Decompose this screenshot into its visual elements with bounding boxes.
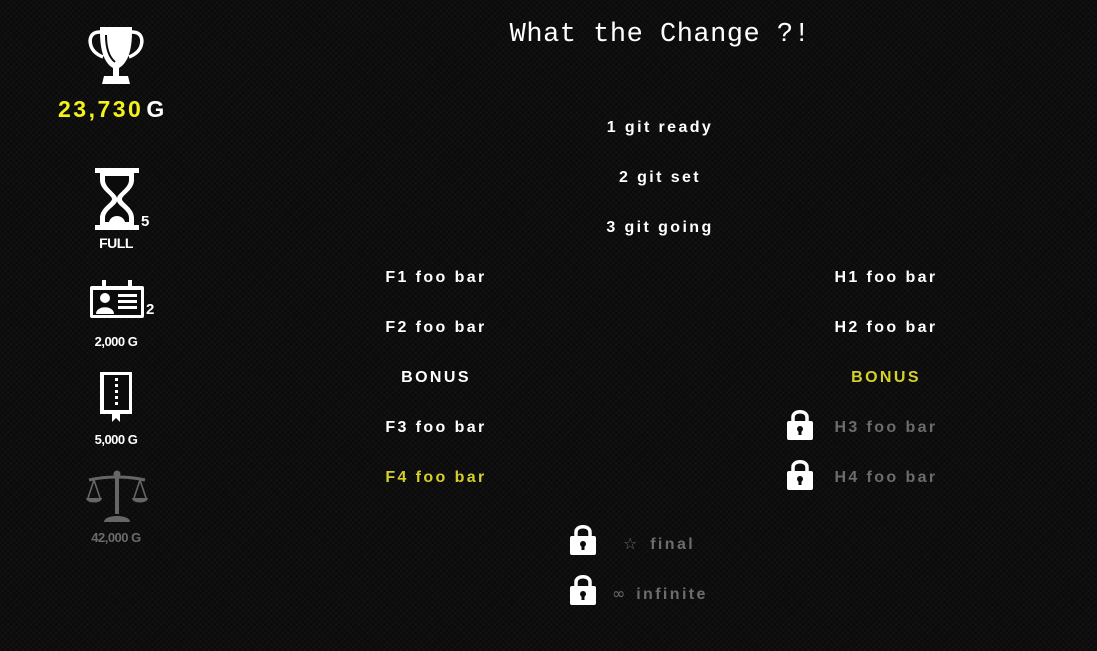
level-final: ☆ final <box>623 534 695 554</box>
id-card-price: 2,000 G <box>94 334 138 349</box>
hourglass-icon[interactable] <box>95 168 139 237</box>
lock-icon <box>570 573 596 605</box>
id-card-icon[interactable] <box>90 280 144 323</box>
hourglass-count: 5 <box>141 213 150 230</box>
book-icon[interactable] <box>98 370 134 427</box>
level-f4[interactable]: F4 foo bar <box>336 469 536 487</box>
book-price: 5,000 G <box>94 432 138 447</box>
level-2-git-set[interactable]: 2 git set <box>510 169 810 187</box>
hourglass-label: FULL <box>99 235 133 251</box>
level-f-bonus[interactable]: BONUS <box>336 369 536 387</box>
id-card-count: 2 <box>146 301 155 318</box>
level-f1[interactable]: F1 foo bar <box>336 269 536 287</box>
level-infinite: ∞ infinite <box>612 584 708 604</box>
level-3-git-going[interactable]: 3 git going <box>510 219 810 237</box>
level-f3[interactable]: F3 foo bar <box>336 419 536 437</box>
infinity-icon: ∞ <box>612 584 626 603</box>
level-h-bonus[interactable]: BONUS <box>786 369 986 387</box>
star-icon: ☆ <box>623 534 638 553</box>
page-title: What the Change ?! <box>509 20 811 50</box>
trophy-icon <box>86 24 146 91</box>
lock-icon <box>570 523 596 555</box>
level-infinite-label: infinite <box>636 586 708 603</box>
level-h2[interactable]: H2 foo bar <box>786 319 986 337</box>
level-h3: H3 foo bar <box>834 419 938 436</box>
scales-icon <box>86 470 148 527</box>
sidebar: 23,730 G 5 FULL 2 2,000 G 5,000 G 42,000… <box>0 0 240 651</box>
level-h1[interactable]: H1 foo bar <box>786 269 986 287</box>
gold-unit: G <box>146 96 167 122</box>
level-h4: H4 foo bar <box>834 469 938 486</box>
level-1-git-ready[interactable]: 1 git ready <box>510 119 810 137</box>
level-f2[interactable]: F2 foo bar <box>336 319 536 337</box>
gold-value: 23,730 <box>58 96 144 122</box>
gold-amount: 23,730 G <box>58 96 167 123</box>
level-final-label: final <box>650 536 696 553</box>
scales-price: 42,000 G <box>91 530 141 545</box>
